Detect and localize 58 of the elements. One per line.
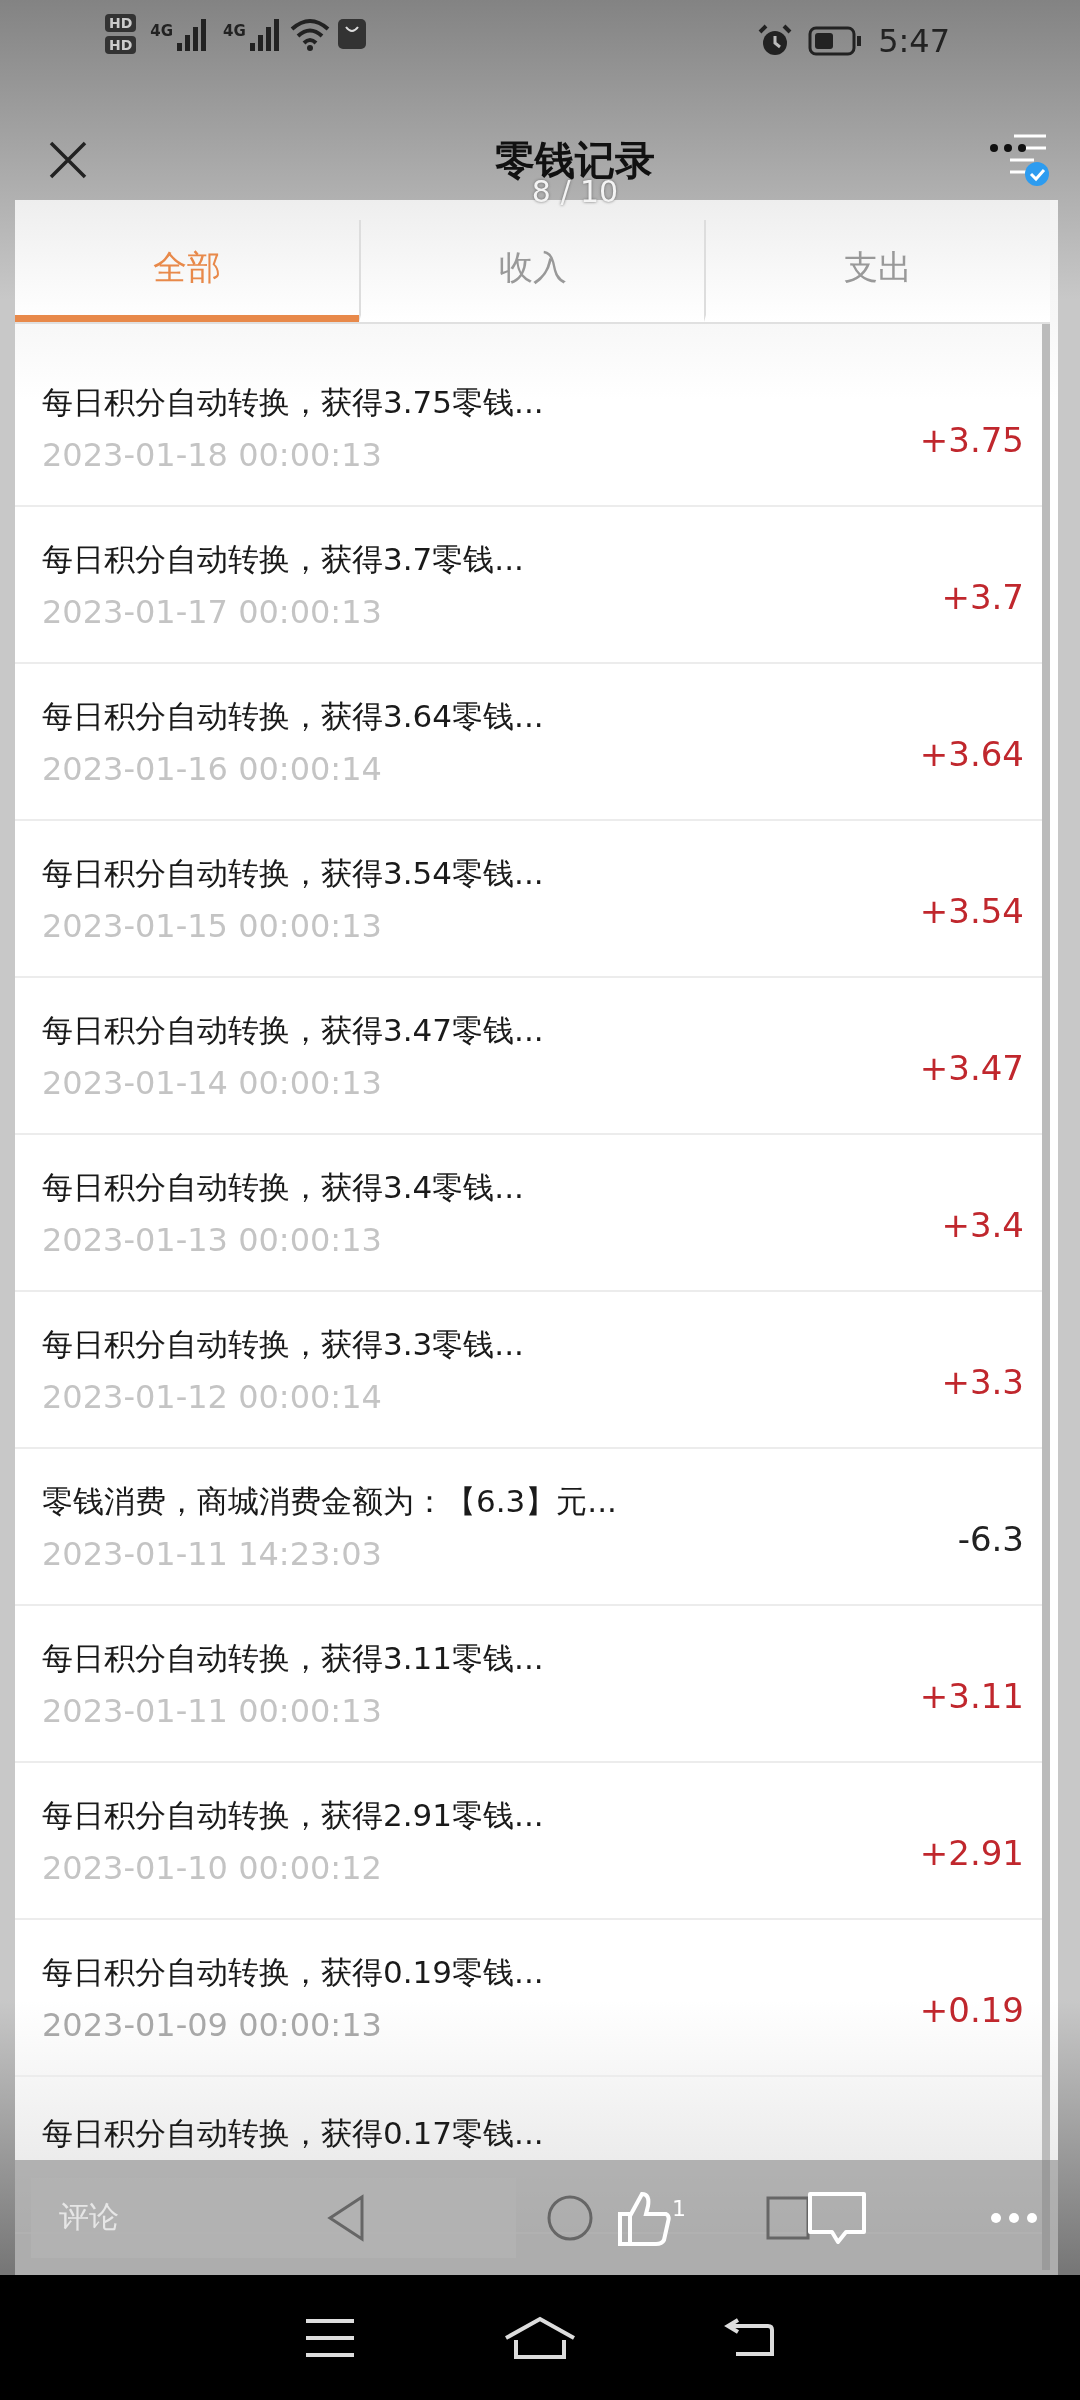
record-title: 每日积分自动转换，获得3.3零钱... <box>42 1324 524 1364</box>
menu-icon[interactable] <box>304 2317 356 2358</box>
record-amount: +0.19 <box>919 1988 1024 2030</box>
record-title: 每日积分自动转换，获得3.7零钱... <box>42 539 524 579</box>
app-store-icon <box>337 19 366 49</box>
like-button[interactable]: 1 <box>616 2189 686 2246</box>
record-amount: +3.54 <box>919 889 1024 931</box>
record-time: 2023-01-15 00:00:13 <box>42 906 383 945</box>
record-amount: +2.91 <box>919 1831 1024 1873</box>
record-amount: +3.3 <box>941 1360 1024 1402</box>
tab[interactable]: 支出 <box>704 220 1050 322</box>
record-time: 2023-01-11 14:23:03 <box>42 1534 383 1573</box>
record-time: 2023-01-11 00:00:13 <box>42 1691 383 1730</box>
record-title: 每日积分自动转换，获得3.47零钱... <box>42 1010 544 1050</box>
record-title: 每日积分自动转换，获得3.4零钱... <box>42 1167 524 1207</box>
record-title: 每日积分自动转换，获得3.54零钱... <box>42 853 544 893</box>
record-time: 2023-01-09 00:00:13 <box>42 2005 383 2044</box>
tab[interactable]: 收入 <box>358 220 705 322</box>
record-time: 2023-01-12 00:00:14 <box>42 1377 383 1416</box>
record-amount: +3.47 <box>919 1046 1024 1088</box>
circle-icon <box>546 2193 594 2242</box>
record-amount: +3.7 <box>941 575 1024 617</box>
network-label: 4G <box>150 22 174 40</box>
record-time: 2023-01-14 00:00:13 <box>42 1063 383 1102</box>
like-count: 1 <box>672 2195 686 2221</box>
home-icon[interactable] <box>504 2315 576 2360</box>
square-icon <box>766 2195 810 2240</box>
battery-icon <box>808 26 863 56</box>
thumbs-up-icon <box>616 2189 672 2246</box>
record-amount: -6.3 <box>957 1517 1024 1559</box>
close-icon[interactable] <box>48 140 88 180</box>
record-title: 每日积分自动转换，获得0.17零钱... <box>42 2114 544 2153</box>
record-time: 2023-01-13 00:00:13 <box>42 1220 383 1259</box>
record-time: 2023-01-17 00:00:13 <box>42 592 383 631</box>
record-title: 每日积分自动转换，获得2.91零钱... <box>42 1795 544 1835</box>
sim-label: HD <box>105 36 137 54</box>
record-title: 每日积分自动转换，获得0.19零钱... <box>42 1952 544 1992</box>
signal-icon <box>247 17 282 51</box>
record-amount: +3.64 <box>919 732 1024 774</box>
status-time: 5:47 <box>878 22 950 60</box>
record-title: 每日积分自动转换，获得3.11零钱... <box>42 1638 544 1678</box>
record-time: 2023-01-18 00:00:13 <box>42 435 383 474</box>
record-time: 2023-01-16 00:00:14 <box>42 749 383 788</box>
tab[interactable]: 全部 <box>15 220 359 322</box>
comment-icon[interactable] <box>806 2189 868 2246</box>
record-title: 每日积分自动转换，获得3.75零钱... <box>42 382 544 422</box>
record-title: 每日积分自动转换，获得3.64零钱... <box>42 696 544 736</box>
back-triangle-icon <box>326 2193 366 2242</box>
record-time: 2023-01-10 00:00:12 <box>42 1848 383 1887</box>
record-amount: +3.75 <box>919 418 1024 460</box>
alarm-icon <box>758 24 793 58</box>
sim-label: HD <box>105 14 137 32</box>
record-amount: +3.11 <box>919 1674 1024 1716</box>
record-title: 零钱消费，商城消费金额为：【6.3】元... <box>42 1481 617 1521</box>
record-amount: +3.4 <box>941 1203 1024 1245</box>
network-label: 4G <box>223 22 246 40</box>
wifi-icon <box>289 17 330 51</box>
list-check-icon[interactable] <box>990 132 1050 188</box>
